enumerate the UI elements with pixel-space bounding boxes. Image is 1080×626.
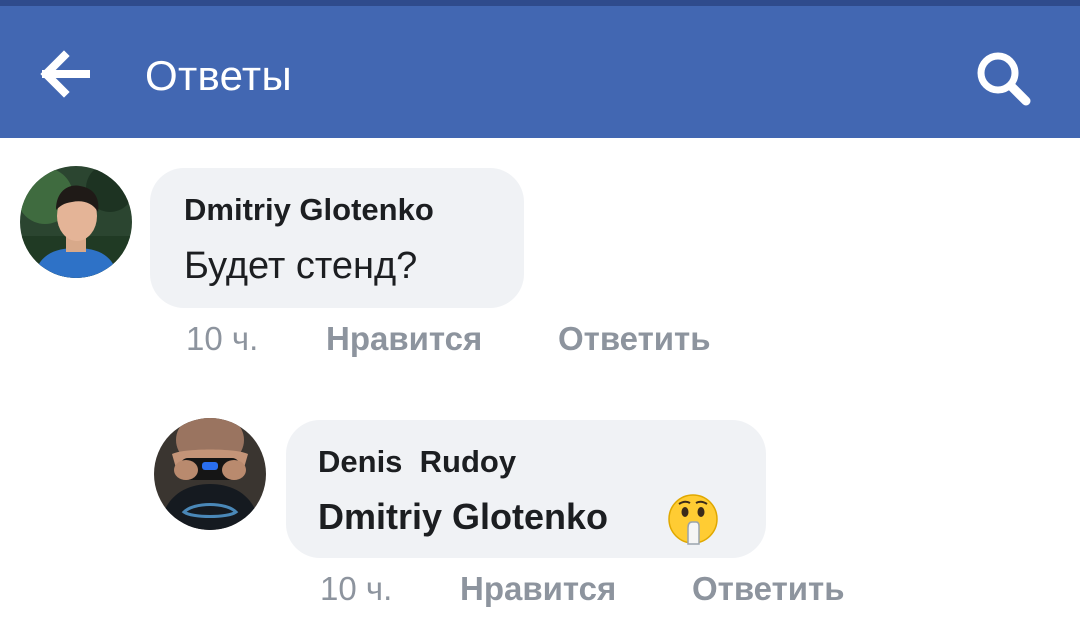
like-button[interactable]: Нравится (460, 570, 616, 608)
comment-author[interactable]: Dmitriy Glotenko (184, 192, 434, 228)
reply-button[interactable]: Ответить (558, 320, 711, 358)
comment-author[interactable]: Denis Rudoy (318, 444, 516, 480)
avatar[interactable] (20, 166, 132, 278)
comment-time: 10 ч. (186, 320, 259, 357)
comment-bubble[interactable]: Dmitriy Glotenko Будет стенд? (150, 168, 524, 308)
search-button[interactable] (960, 42, 1040, 112)
back-button[interactable] (30, 44, 100, 104)
top-app-bar: Ответы (0, 6, 1080, 138)
shushing-face-emoji (668, 494, 718, 545)
comment-time: 10 ч. (320, 570, 393, 607)
page-title: Ответы (145, 52, 292, 99)
like-button[interactable]: Нравится (326, 320, 482, 358)
reply-button[interactable]: Ответить (692, 570, 845, 608)
avatar[interactable] (154, 418, 266, 530)
search-icon (977, 52, 1031, 106)
comment-bubble[interactable]: Denis Rudoy Dmitriy Glotenko (286, 420, 766, 558)
comment-text: Будет стенд? (184, 245, 418, 287)
arrow-left-icon (40, 50, 90, 98)
mention-link[interactable]: Dmitriy Glotenko (318, 496, 608, 538)
